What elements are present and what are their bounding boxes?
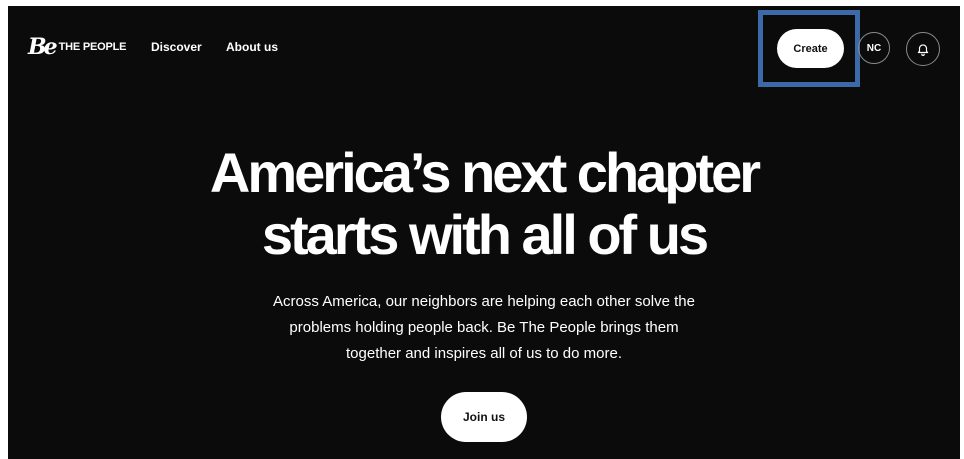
brand-logo[interactable]: Be THE PEOPLE: [28, 36, 126, 58]
hero-description-line-3: together and inspires all of us to do mo…: [346, 345, 622, 362]
hero-description: Across America, our neighbors are helpin…: [234, 289, 734, 367]
hero-title: America’s next chapter starts with all o…: [8, 142, 960, 266]
logo-mark: Be: [28, 34, 58, 60]
page-frame: Be THE PEOPLE Discover About us Create N…: [8, 6, 960, 459]
hero-title-line-1: America’s next chapter: [209, 141, 761, 204]
nav-discover-link[interactable]: Discover: [151, 40, 202, 54]
bell-icon: [917, 44, 929, 56]
hero-description-line-2: problems holding people back. Be The Peo…: [289, 319, 679, 336]
create-button[interactable]: Create: [777, 29, 844, 68]
nav-about-us-link[interactable]: About us: [226, 40, 278, 54]
hero-title-line-2: starts with all of us: [261, 203, 709, 266]
hero-description-line-1: Across America, our neighbors are helpin…: [273, 293, 695, 310]
join-us-button[interactable]: Join us: [441, 392, 527, 442]
notifications-button[interactable]: [906, 32, 940, 66]
logo-text: THE PEOPLE: [58, 41, 127, 53]
user-avatar-button[interactable]: NC: [858, 32, 890, 64]
